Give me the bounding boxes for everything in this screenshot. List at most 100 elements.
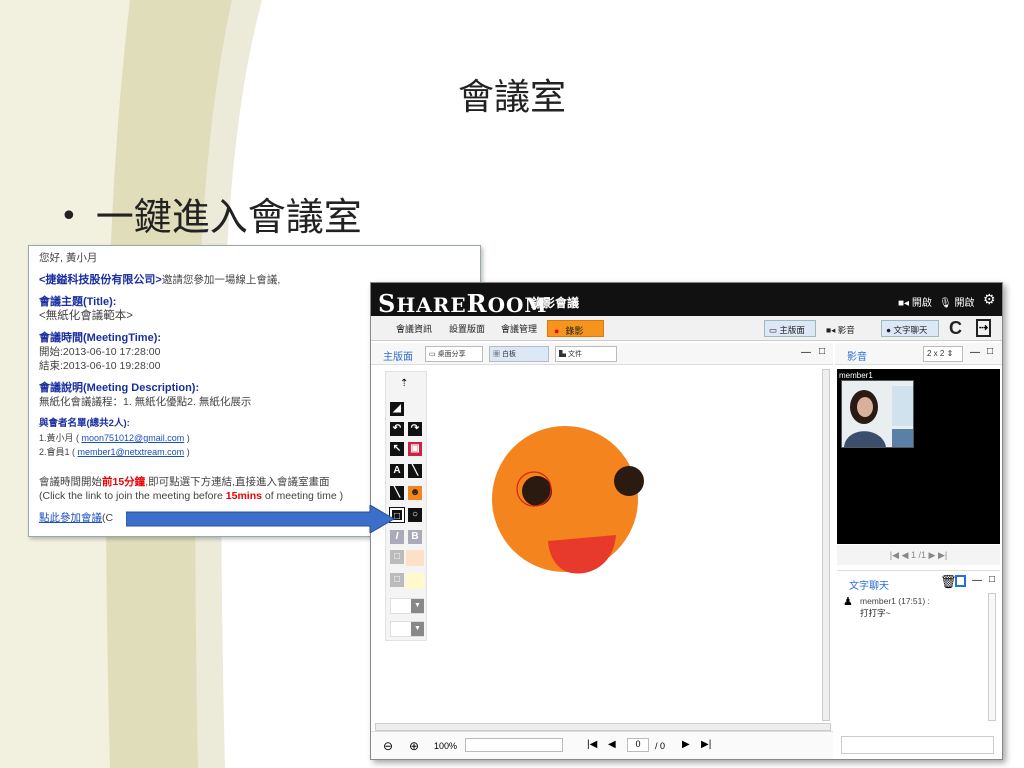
smiley-drawing [492, 426, 644, 574]
bold-tool-icon[interactable]: B [408, 530, 422, 544]
prev-page-icon[interactable]: ◀ [608, 739, 616, 750]
minimize-icon[interactable]: — [801, 347, 811, 358]
tab-desktop-share-label: 桌面分享 [437, 351, 466, 358]
pen-tool-icon[interactable]: ╲ [390, 486, 404, 500]
video-layout-value: 2 x 2 [927, 349, 945, 358]
record-label: 錄影 [565, 326, 584, 336]
text-chat-panel: 文字聊天 🗑 — □ ♟ member1 (17:51) : 打打字~ [837, 570, 1000, 730]
notice-en-a: (Click the link to join the meeting befo… [39, 490, 226, 502]
member-video-feed[interactable] [841, 380, 914, 448]
last-page-icon[interactable]: ▶| [701, 739, 711, 750]
video-member-label: member1 [839, 371, 873, 380]
font-size-select[interactable]: ▼ [390, 621, 424, 637]
attendee-2-email-link[interactable]: member1@netxtream.com [78, 447, 185, 457]
video-minimize-icon[interactable]: — [970, 347, 980, 358]
stamp-tool-icon[interactable]: ☻ [408, 486, 422, 500]
paint-bucket-icon[interactable]: ◢ [390, 402, 404, 416]
select-pointer-icon[interactable]: ↖ [390, 442, 404, 456]
exit-icon[interactable]: ⇢ [976, 319, 991, 337]
collapse-arrow-icon[interactable]: ⇡ [400, 378, 408, 389]
dropdown-arrow-icon: ▼ [411, 599, 424, 613]
next-icon[interactable]: ▶ [929, 550, 936, 560]
first-icon[interactable]: |◀ [890, 550, 899, 560]
notice-cn-b: ,即可點選下方連結,直接進入會議室畫面 [145, 476, 330, 488]
prev-icon[interactable]: ◀ [902, 550, 909, 560]
first-page-icon[interactable]: |◀ [587, 739, 597, 750]
tab-document-label: 文件 [567, 351, 582, 358]
join-meeting-link[interactable]: 點此參加會議 [39, 512, 102, 524]
av-button[interactable]: ■◂ 影音 [821, 320, 876, 337]
mic-toggle-label: 開啟 [954, 298, 975, 309]
fill-color-swatch[interactable] [406, 550, 424, 566]
join-suffix: (C [102, 512, 114, 524]
slide-bullet: • 一鍵進入會議室 [60, 186, 362, 241]
pointer-arrow [126, 505, 395, 533]
image-tool-icon[interactable]: ▣ [408, 442, 422, 456]
chat-minimize-icon[interactable]: — [972, 575, 982, 586]
page-input[interactable]: 0 [627, 738, 649, 752]
notice-en-b: of meeting time ) [261, 490, 344, 502]
border-color-swatch[interactable]: □ [390, 550, 404, 564]
microphone-icon: 🎙 [939, 298, 952, 309]
menu-layout[interactable]: 設置版面 [449, 322, 485, 335]
maximize-icon[interactable]: □ [819, 346, 825, 357]
video-maximize-icon[interactable]: □ [987, 346, 993, 357]
video-layout-select[interactable]: 2 x 2 ⇕ [923, 346, 963, 362]
mic-toggle[interactable]: 🎙 開啟 [939, 294, 974, 309]
ellipse-tool-icon[interactable]: ○ [408, 508, 422, 522]
slide-title: 會議室 [457, 77, 566, 118]
chat-maximize-icon[interactable]: □ [989, 574, 995, 585]
refresh-icon[interactable]: C [949, 318, 962, 339]
attendee-2-name: 2.會員1 ( [39, 447, 78, 457]
last-icon[interactable]: ▶| [938, 550, 947, 560]
next-page-icon[interactable]: ▶ [682, 739, 690, 750]
zoom-level: 100% [434, 741, 458, 751]
zoom-out-icon[interactable]: ⊖ [383, 739, 393, 753]
redo-icon[interactable]: ↷ [408, 422, 422, 436]
tab-whiteboard[interactable]: ▦ 白板 [489, 346, 549, 362]
shareroom-logo: SHAREROOM [378, 289, 548, 318]
text-chat-label: 文字聊天 [893, 325, 928, 335]
main-panel-title: 主版面 [383, 352, 413, 363]
line-width-select[interactable]: ▼ [390, 598, 424, 614]
camera-toggle-label: 開啟 [911, 298, 932, 309]
zoom-in-icon[interactable]: ⊕ [409, 739, 419, 753]
save-icon[interactable] [955, 575, 966, 587]
main-layout-label: 主版面 [779, 325, 805, 335]
main-layout-button[interactable]: ▭ 主版面 [764, 320, 816, 337]
tab-whiteboard-label: 白板 [501, 351, 516, 358]
tab-document[interactable]: ▙ 文件 [555, 346, 617, 362]
camera-toggle[interactable]: ■◂ 開啟 [898, 294, 932, 309]
attendee-1-email-link[interactable]: moon751012@gmail.com [82, 433, 185, 443]
line-tool-icon[interactable]: ╲ [408, 464, 422, 478]
undo-icon[interactable]: ↶ [390, 422, 404, 436]
chat-bubble-icon: ● [886, 325, 892, 335]
page-total: / 0 [655, 741, 666, 751]
tab-desktop-share[interactable]: ▭ 桌面分享 [425, 346, 483, 362]
chat-input[interactable] [841, 736, 994, 754]
canvas-vertical-scrollbar[interactable] [822, 369, 830, 721]
line-color-swatch[interactable]: □ [390, 573, 404, 587]
zoom-slider[interactable] [465, 738, 563, 752]
document-icon: ▙ [559, 351, 566, 358]
canvas-horizontal-scrollbar[interactable] [375, 723, 831, 731]
menu-meeting-admin[interactable]: 會議管理 [501, 322, 537, 335]
bg-color-swatch[interactable] [406, 573, 424, 589]
logo-s: S [378, 289, 397, 318]
video-panel-title: 影音 [847, 352, 867, 363]
record-button[interactable]: ● 錄影 [547, 320, 604, 337]
meeting-type: 錄影會議 [531, 296, 580, 310]
main-panel-header: 主版面 ▭ 桌面分享 ▦ 白板 ▙ 文件 — □ [371, 343, 833, 365]
dropdown-arrow-icon: ▼ [411, 622, 424, 636]
menu-meeting-info[interactable]: 會議資訊 [396, 322, 432, 335]
text-tool-icon[interactable]: A [390, 464, 404, 478]
video-page: 1 /1 [910, 550, 926, 560]
chat-scrollbar[interactable] [988, 593, 996, 721]
notice-en-highlight: 15mins [225, 490, 262, 502]
text-chat-button[interactable]: ● 文字聊天 [881, 320, 939, 337]
whiteboard-icon: ▦ [493, 351, 500, 358]
app-topbar: SHAREROOM 錄影會議 ■◂ 開啟 🎙 開啟 ⚙ [371, 283, 1002, 318]
monitor-icon: ▭ [769, 325, 778, 335]
whiteboard-canvas[interactable] [381, 367, 831, 731]
gear-icon[interactable]: ⚙ [983, 291, 996, 308]
